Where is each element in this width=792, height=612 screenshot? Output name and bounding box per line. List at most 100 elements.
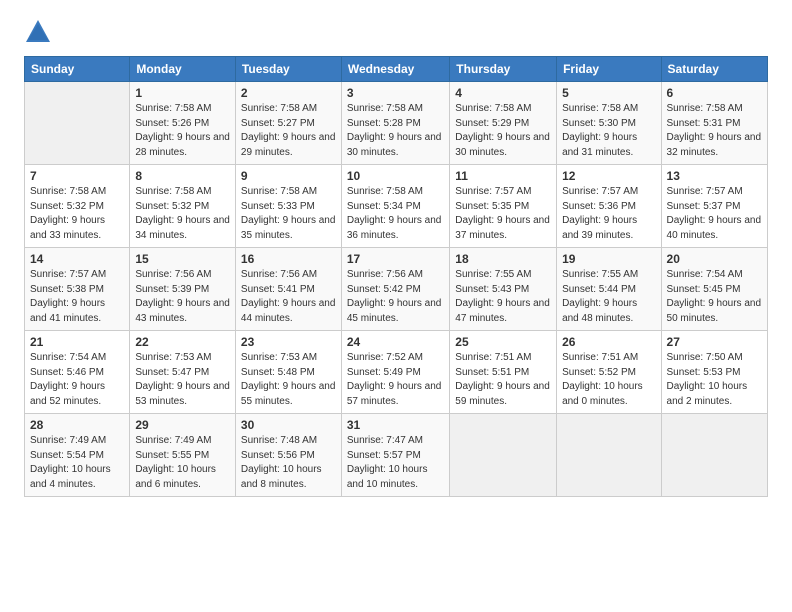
daylight: Daylight: 9 hours and 55 minutes. bbox=[241, 381, 336, 407]
sunrise: Sunrise: 7:53 AM bbox=[135, 352, 211, 363]
calendar-cell: 14 Sunrise: 7:57 AM Sunset: 5:38 PM Dayl… bbox=[25, 248, 130, 331]
calendar-cell: 18 Sunrise: 7:55 AM Sunset: 5:43 PM Dayl… bbox=[450, 248, 557, 331]
day-info: Sunrise: 7:57 AM Sunset: 5:38 PM Dayligh… bbox=[30, 268, 124, 326]
calendar-cell: 19 Sunrise: 7:55 AM Sunset: 5:44 PM Dayl… bbox=[557, 248, 661, 331]
day-info: Sunrise: 7:57 AM Sunset: 5:37 PM Dayligh… bbox=[667, 185, 762, 243]
day-number: 20 bbox=[667, 252, 762, 266]
page: SundayMondayTuesdayWednesdayThursdayFrid… bbox=[0, 0, 792, 612]
daylight: Daylight: 9 hours and 50 minutes. bbox=[667, 298, 762, 324]
day-number: 15 bbox=[135, 252, 230, 266]
day-number: 22 bbox=[135, 335, 230, 349]
calendar-cell: 1 Sunrise: 7:58 AM Sunset: 5:26 PM Dayli… bbox=[130, 82, 236, 165]
daylight: Daylight: 9 hours and 28 minutes. bbox=[135, 132, 230, 158]
sunrise: Sunrise: 7:51 AM bbox=[562, 352, 638, 363]
day-info: Sunrise: 7:48 AM Sunset: 5:56 PM Dayligh… bbox=[241, 434, 336, 492]
sunrise: Sunrise: 7:49 AM bbox=[135, 435, 211, 446]
sunset: Sunset: 5:49 PM bbox=[347, 367, 421, 378]
daylight: Daylight: 10 hours and 10 minutes. bbox=[347, 464, 428, 490]
day-info: Sunrise: 7:56 AM Sunset: 5:42 PM Dayligh… bbox=[347, 268, 444, 326]
weekday-header: Wednesday bbox=[341, 57, 449, 82]
day-info: Sunrise: 7:51 AM Sunset: 5:52 PM Dayligh… bbox=[562, 351, 655, 409]
day-info: Sunrise: 7:56 AM Sunset: 5:41 PM Dayligh… bbox=[241, 268, 336, 326]
sunrise: Sunrise: 7:58 AM bbox=[241, 186, 317, 197]
calendar-cell: 7 Sunrise: 7:58 AM Sunset: 5:32 PM Dayli… bbox=[25, 165, 130, 248]
sunrise: Sunrise: 7:52 AM bbox=[347, 352, 423, 363]
sunrise: Sunrise: 7:56 AM bbox=[135, 269, 211, 280]
sunrise: Sunrise: 7:56 AM bbox=[347, 269, 423, 280]
sunset: Sunset: 5:35 PM bbox=[455, 201, 529, 212]
calendar-cell: 9 Sunrise: 7:58 AM Sunset: 5:33 PM Dayli… bbox=[235, 165, 341, 248]
daylight: Daylight: 9 hours and 52 minutes. bbox=[30, 381, 105, 407]
daylight: Daylight: 9 hours and 33 minutes. bbox=[30, 215, 105, 241]
sunset: Sunset: 5:52 PM bbox=[562, 367, 636, 378]
daylight: Daylight: 9 hours and 29 minutes. bbox=[241, 132, 336, 158]
calendar-cell: 15 Sunrise: 7:56 AM Sunset: 5:39 PM Dayl… bbox=[130, 248, 236, 331]
day-info: Sunrise: 7:58 AM Sunset: 5:27 PM Dayligh… bbox=[241, 102, 336, 160]
sunset: Sunset: 5:32 PM bbox=[135, 201, 209, 212]
sunset: Sunset: 5:39 PM bbox=[135, 284, 209, 295]
day-info: Sunrise: 7:50 AM Sunset: 5:53 PM Dayligh… bbox=[667, 351, 762, 409]
calendar-cell bbox=[557, 414, 661, 497]
daylight: Daylight: 9 hours and 47 minutes. bbox=[455, 298, 550, 324]
calendar-cell: 11 Sunrise: 7:57 AM Sunset: 5:35 PM Dayl… bbox=[450, 165, 557, 248]
day-info: Sunrise: 7:58 AM Sunset: 5:32 PM Dayligh… bbox=[135, 185, 230, 243]
calendar-row: 14 Sunrise: 7:57 AM Sunset: 5:38 PM Dayl… bbox=[25, 248, 768, 331]
day-number: 11 bbox=[455, 169, 551, 183]
calendar-cell: 17 Sunrise: 7:56 AM Sunset: 5:42 PM Dayl… bbox=[341, 248, 449, 331]
calendar-cell: 8 Sunrise: 7:58 AM Sunset: 5:32 PM Dayli… bbox=[130, 165, 236, 248]
day-number: 5 bbox=[562, 86, 655, 100]
day-info: Sunrise: 7:57 AM Sunset: 5:35 PM Dayligh… bbox=[455, 185, 551, 243]
sunrise: Sunrise: 7:57 AM bbox=[562, 186, 638, 197]
day-number: 9 bbox=[241, 169, 336, 183]
calendar-cell: 13 Sunrise: 7:57 AM Sunset: 5:37 PM Dayl… bbox=[661, 165, 767, 248]
day-number: 12 bbox=[562, 169, 655, 183]
sunrise: Sunrise: 7:58 AM bbox=[347, 186, 423, 197]
calendar-cell: 27 Sunrise: 7:50 AM Sunset: 5:53 PM Dayl… bbox=[661, 331, 767, 414]
daylight: Daylight: 9 hours and 39 minutes. bbox=[562, 215, 637, 241]
calendar-cell: 20 Sunrise: 7:54 AM Sunset: 5:45 PM Dayl… bbox=[661, 248, 767, 331]
sunset: Sunset: 5:42 PM bbox=[347, 284, 421, 295]
sunrise: Sunrise: 7:58 AM bbox=[347, 103, 423, 114]
day-number: 24 bbox=[347, 335, 444, 349]
day-number: 29 bbox=[135, 418, 230, 432]
logo-icon bbox=[24, 18, 52, 46]
sunrise: Sunrise: 7:58 AM bbox=[667, 103, 743, 114]
calendar-cell: 24 Sunrise: 7:52 AM Sunset: 5:49 PM Dayl… bbox=[341, 331, 449, 414]
day-info: Sunrise: 7:58 AM Sunset: 5:31 PM Dayligh… bbox=[667, 102, 762, 160]
sunrise: Sunrise: 7:58 AM bbox=[135, 103, 211, 114]
sunrise: Sunrise: 7:56 AM bbox=[241, 269, 317, 280]
sunset: Sunset: 5:46 PM bbox=[30, 367, 104, 378]
sunset: Sunset: 5:32 PM bbox=[30, 201, 104, 212]
daylight: Daylight: 9 hours and 48 minutes. bbox=[562, 298, 637, 324]
day-number: 21 bbox=[30, 335, 124, 349]
daylight: Daylight: 9 hours and 43 minutes. bbox=[135, 298, 230, 324]
day-info: Sunrise: 7:58 AM Sunset: 5:29 PM Dayligh… bbox=[455, 102, 551, 160]
day-number: 23 bbox=[241, 335, 336, 349]
daylight: Daylight: 10 hours and 4 minutes. bbox=[30, 464, 111, 490]
calendar-cell: 4 Sunrise: 7:58 AM Sunset: 5:29 PM Dayli… bbox=[450, 82, 557, 165]
calendar-cell: 31 Sunrise: 7:47 AM Sunset: 5:57 PM Dayl… bbox=[341, 414, 449, 497]
day-number: 26 bbox=[562, 335, 655, 349]
sunset: Sunset: 5:38 PM bbox=[30, 284, 104, 295]
day-info: Sunrise: 7:56 AM Sunset: 5:39 PM Dayligh… bbox=[135, 268, 230, 326]
day-number: 17 bbox=[347, 252, 444, 266]
day-info: Sunrise: 7:52 AM Sunset: 5:49 PM Dayligh… bbox=[347, 351, 444, 409]
sunrise: Sunrise: 7:51 AM bbox=[455, 352, 531, 363]
calendar-row: 21 Sunrise: 7:54 AM Sunset: 5:46 PM Dayl… bbox=[25, 331, 768, 414]
daylight: Daylight: 9 hours and 53 minutes. bbox=[135, 381, 230, 407]
day-number: 27 bbox=[667, 335, 762, 349]
calendar-cell: 25 Sunrise: 7:51 AM Sunset: 5:51 PM Dayl… bbox=[450, 331, 557, 414]
sunset: Sunset: 5:33 PM bbox=[241, 201, 315, 212]
header bbox=[24, 18, 768, 46]
sunrise: Sunrise: 7:57 AM bbox=[455, 186, 531, 197]
day-info: Sunrise: 7:58 AM Sunset: 5:33 PM Dayligh… bbox=[241, 185, 336, 243]
calendar-row: 1 Sunrise: 7:58 AM Sunset: 5:26 PM Dayli… bbox=[25, 82, 768, 165]
day-info: Sunrise: 7:58 AM Sunset: 5:26 PM Dayligh… bbox=[135, 102, 230, 160]
daylight: Daylight: 9 hours and 41 minutes. bbox=[30, 298, 105, 324]
daylight: Daylight: 9 hours and 31 minutes. bbox=[562, 132, 637, 158]
sunrise: Sunrise: 7:47 AM bbox=[347, 435, 423, 446]
sunrise: Sunrise: 7:57 AM bbox=[667, 186, 743, 197]
day-info: Sunrise: 7:53 AM Sunset: 5:47 PM Dayligh… bbox=[135, 351, 230, 409]
daylight: Daylight: 9 hours and 34 minutes. bbox=[135, 215, 230, 241]
calendar-cell: 6 Sunrise: 7:58 AM Sunset: 5:31 PM Dayli… bbox=[661, 82, 767, 165]
